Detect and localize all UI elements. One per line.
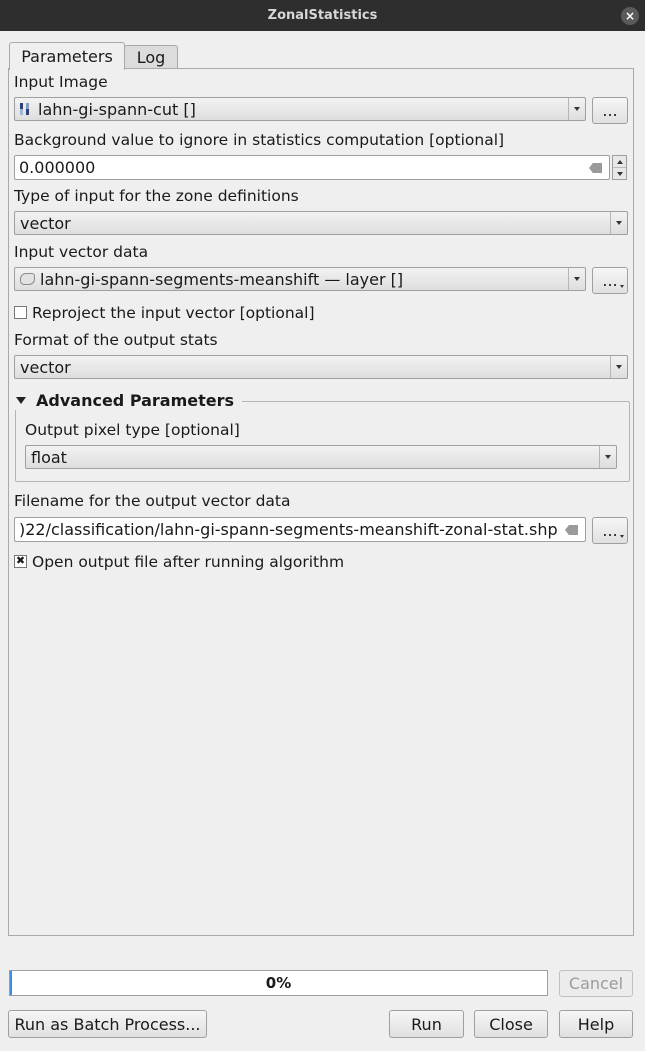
clear-icon[interactable] — [589, 163, 602, 173]
chevron-down-icon[interactable] — [568, 98, 585, 120]
pixel-type-combo[interactable]: float — [25, 445, 617, 469]
input-vector-combo[interactable]: lahn-gi-spann-segments-meanshift — layer… — [14, 267, 586, 291]
input-vector-label: Input vector data — [14, 243, 149, 261]
advanced-parameters-toggle[interactable]: Advanced Parameters — [14, 391, 243, 410]
input-image-browse-button[interactable]: ... — [592, 97, 628, 124]
output-format-label: Format of the output stats — [14, 331, 218, 349]
progress-bar: 0% — [9, 970, 548, 996]
output-file-browse-label: ... — [602, 521, 618, 540]
open-output-checkbox[interactable]: ✖ — [14, 555, 27, 568]
input-vector-browse-button[interactable]: ... — [592, 267, 628, 294]
window-title: ZonalStatistics — [267, 8, 378, 23]
help-button[interactable]: Help — [559, 1010, 633, 1038]
input-image-combo[interactable]: lahn-gi-spann-cut [] — [14, 97, 586, 121]
output-file-browse-button[interactable]: ... — [592, 517, 628, 544]
output-file-value: )22/classification/lahn-gi-spann-segment… — [19, 520, 558, 539]
chevron-down-icon[interactable] — [610, 356, 627, 378]
background-value-label: Background value to ignore in statistics… — [14, 131, 505, 149]
open-output-label: Open output file after running algorithm — [32, 553, 345, 571]
background-value: 0.000000 — [19, 158, 96, 177]
output-file-label: Filename for the output vector data — [14, 492, 291, 510]
tab-log[interactable]: Log — [124, 45, 178, 69]
progress-fill — [10, 971, 12, 995]
advanced-parameters-title: Advanced Parameters — [36, 391, 235, 410]
pixel-type-value: float — [31, 447, 67, 467]
cancel-button[interactable]: Cancel — [559, 970, 633, 997]
reproject-checkbox[interactable] — [14, 306, 27, 319]
input-image-label: Input Image — [14, 73, 108, 91]
input-vector-browse-label: ... — [602, 271, 618, 290]
tab-parameters[interactable]: Parameters — [9, 42, 125, 70]
polygon-layer-icon — [20, 273, 35, 285]
window-edge — [645, 0, 657, 1051]
input-image-value: lahn-gi-spann-cut [] — [38, 99, 196, 119]
clear-icon[interactable] — [565, 525, 578, 535]
chevron-down-icon[interactable] — [610, 212, 627, 234]
output-format-combo[interactable]: vector — [14, 355, 628, 379]
pixel-type-label: Output pixel type [optional] — [25, 421, 240, 439]
zone-type-label: Type of input for the zone definitions — [14, 187, 299, 205]
reproject-label: Reproject the input vector [optional] — [32, 304, 315, 322]
stepper-up-icon[interactable] — [613, 156, 626, 168]
background-value-input[interactable]: 0.000000 — [14, 155, 610, 180]
collapse-triangle-icon[interactable] — [16, 397, 26, 404]
raster-layer-icon — [20, 103, 32, 115]
advanced-parameters-group — [15, 401, 630, 482]
chevron-down-icon[interactable] — [568, 268, 585, 290]
progress-text: 0% — [265, 974, 292, 992]
title-bar: ZonalStatistics × — [0, 0, 645, 31]
close-button[interactable]: Close — [474, 1010, 548, 1038]
background-value-stepper[interactable] — [612, 155, 627, 180]
run-batch-button[interactable]: Run as Batch Process... — [8, 1010, 207, 1038]
close-window-icon[interactable]: × — [621, 7, 639, 25]
zone-type-value: vector — [20, 213, 71, 233]
chevron-down-icon[interactable] — [599, 446, 616, 468]
output-format-value: vector — [20, 357, 71, 377]
stepper-down-icon[interactable] — [613, 168, 626, 179]
output-file-input[interactable]: )22/classification/lahn-gi-spann-segment… — [14, 517, 586, 542]
run-button[interactable]: Run — [389, 1010, 464, 1038]
dropdown-indicator-icon — [620, 285, 624, 288]
input-vector-value: lahn-gi-spann-segments-meanshift — layer… — [40, 269, 404, 289]
dropdown-indicator-icon — [620, 535, 624, 538]
zone-type-combo[interactable]: vector — [14, 211, 628, 235]
